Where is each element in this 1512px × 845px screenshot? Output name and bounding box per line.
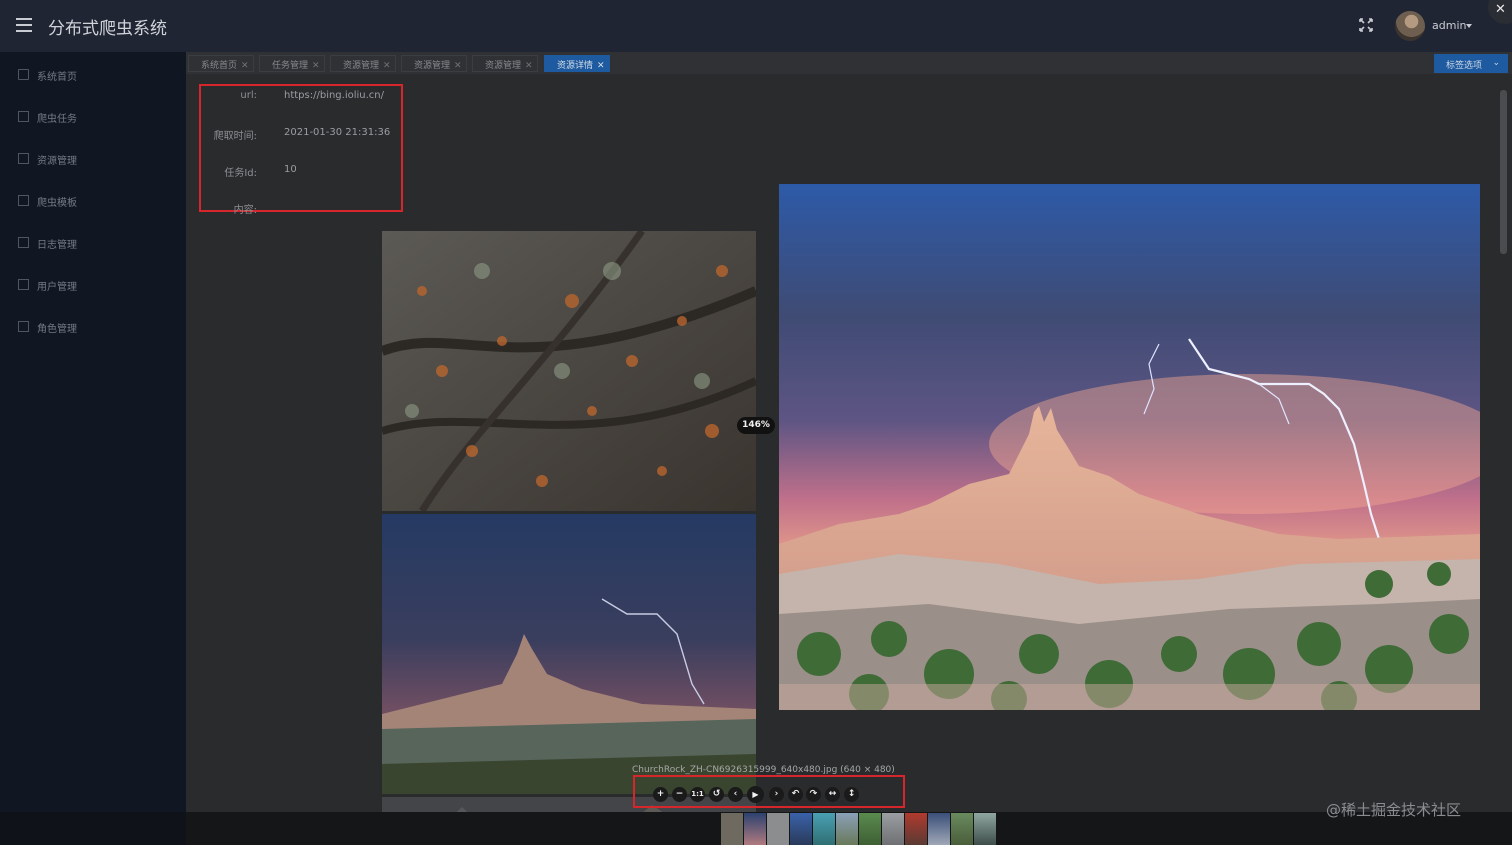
tab-home[interactable]: 系统首页 ✕ bbox=[188, 55, 254, 72]
tab-options-button[interactable]: 标签选项 ⌄ bbox=[1434, 54, 1508, 73]
sidebar-item-label: 用户管理 bbox=[37, 282, 77, 293]
sidebar-item-home[interactable]: 系统首页 bbox=[0, 53, 186, 95]
fullscreen-icon[interactable] bbox=[1358, 17, 1374, 33]
zoom-out-icon[interactable]: − bbox=[672, 787, 687, 802]
close-icon[interactable]: ✕ bbox=[525, 61, 533, 71]
reset-icon[interactable]: ↺ bbox=[709, 787, 724, 802]
tab-label: 系统首页 bbox=[201, 61, 238, 71]
sidebar-item-users[interactable]: 用户管理 bbox=[0, 263, 186, 305]
thumbnail-image-1[interactable] bbox=[382, 231, 756, 511]
strip-thumbnail[interactable] bbox=[813, 813, 835, 845]
grid-icon bbox=[18, 195, 29, 206]
sidebar-item-roles[interactable]: 角色管理 bbox=[0, 305, 186, 347]
one-to-one-icon[interactable]: 1:1 bbox=[690, 787, 705, 802]
resource-detail-box: url: https://bing.ioliu.cn/ 爬取时间: 2021-0… bbox=[199, 84, 403, 216]
rotate-right-icon[interactable]: ↷ bbox=[806, 787, 821, 802]
app-window: 分布式爬虫系统 admin ✕ 系统首页 爬虫任务 资源管理 爬虫模板 日志管理 bbox=[0, 0, 1512, 845]
strip-thumbnail[interactable] bbox=[974, 813, 996, 845]
close-icon[interactable]: ✕ bbox=[312, 61, 320, 71]
close-icon[interactable]: ✕ bbox=[597, 61, 605, 71]
app-title: 分布式爬虫系统 bbox=[48, 19, 167, 39]
crawl-time-value: 2021-01-30 21:31:36 bbox=[284, 127, 391, 138]
tag-bar: 系统首页 ✕ 任务管理 ✕ 资源管理 ✕ 资源管理 ✕ 资源管理 ✕ 资源详情 ✕ 标签选项… bbox=[186, 52, 1512, 74]
rotate-left-icon[interactable]: ↶ bbox=[788, 787, 803, 802]
content-label: 内容: bbox=[233, 205, 257, 216]
chevron-down-icon: ⌄ bbox=[1492, 58, 1500, 68]
close-icon[interactable]: ✕ bbox=[1495, 2, 1506, 17]
tab-resource-management[interactable]: 资源管理 ✕ bbox=[330, 55, 396, 72]
close-icon[interactable]: ✕ bbox=[241, 61, 249, 71]
task-id-label: 任务Id: bbox=[224, 168, 257, 179]
avatar[interactable] bbox=[1395, 11, 1425, 41]
user-name[interactable]: admin bbox=[1432, 19, 1466, 32]
chevron-down-icon[interactable] bbox=[1466, 24, 1472, 28]
tab-task-management[interactable]: 任务管理 ✕ bbox=[259, 55, 325, 72]
play-icon[interactable]: ▶ bbox=[747, 786, 764, 803]
tab-resource-detail[interactable]: 资源详情 ✕ bbox=[544, 55, 610, 72]
strip-thumbnail[interactable] bbox=[928, 813, 950, 845]
zoom-in-icon[interactable]: + bbox=[653, 787, 668, 802]
grid-icon bbox=[18, 279, 29, 290]
sidebar-item-label: 资源管理 bbox=[37, 156, 77, 167]
sidebar-item-label: 爬虫模板 bbox=[37, 198, 77, 209]
strip-thumbnail[interactable] bbox=[836, 813, 858, 845]
home-icon bbox=[18, 69, 29, 80]
zoom-level-badge: 146% bbox=[737, 417, 775, 434]
tab-resource-management[interactable]: 资源管理 ✕ bbox=[401, 55, 467, 72]
sidebar-item-crawler-tasks[interactable]: 爬虫任务 bbox=[0, 95, 186, 137]
tab-label: 任务管理 bbox=[272, 61, 309, 71]
strip-thumbnail[interactable] bbox=[790, 813, 812, 845]
grid-icon bbox=[18, 111, 29, 122]
close-icon[interactable]: ✕ bbox=[383, 61, 391, 71]
flip-horizontal-icon[interactable]: ↔ bbox=[825, 787, 840, 802]
strip-thumbnail[interactable] bbox=[767, 813, 789, 845]
grid-icon bbox=[18, 321, 29, 332]
menu-toggle-icon[interactable] bbox=[16, 18, 32, 32]
sidebar-item-label: 日志管理 bbox=[37, 240, 77, 251]
vertical-scrollbar[interactable] bbox=[1500, 90, 1507, 254]
sidebar-item-label: 爬虫任务 bbox=[37, 114, 77, 125]
next-icon[interactable]: › bbox=[769, 787, 784, 802]
sidebar-item-logs[interactable]: 日志管理 bbox=[0, 221, 186, 263]
sidebar-item-label: 角色管理 bbox=[37, 324, 77, 335]
tab-label: 资源管理 bbox=[414, 61, 451, 71]
task-id-value: 10 bbox=[284, 164, 297, 175]
tab-label: 资源管理 bbox=[485, 61, 522, 71]
url-label: url: bbox=[240, 90, 257, 101]
flip-vertical-icon[interactable]: ↕ bbox=[844, 787, 859, 802]
strip-thumbnail[interactable] bbox=[905, 813, 927, 845]
sidebar-item-templates[interactable]: 爬虫模板 bbox=[0, 179, 186, 221]
close-icon[interactable]: ✕ bbox=[454, 61, 462, 71]
tab-label: 资源管理 bbox=[343, 61, 380, 71]
url-value: https://bing.ioliu.cn/ bbox=[284, 90, 385, 101]
main-preview-image[interactable] bbox=[779, 184, 1480, 710]
thumbnail-image-2[interactable] bbox=[382, 514, 756, 794]
sidebar-footer bbox=[0, 812, 186, 845]
sidebar-item-label: 系统首页 bbox=[37, 72, 77, 83]
sidebar: 系统首页 爬虫任务 资源管理 爬虫模板 日志管理 用户管理 角色管理 bbox=[0, 52, 186, 845]
grid-icon bbox=[18, 237, 29, 248]
strip-thumbnail[interactable] bbox=[951, 813, 973, 845]
sidebar-item-resources[interactable]: 资源管理 bbox=[0, 137, 186, 179]
image-caption: ChurchRock_ZH-CN6926315999_640x480.jpg (… bbox=[632, 765, 895, 775]
watermark: @稀土掘金技术社区 bbox=[1326, 801, 1462, 819]
strip-thumbnail[interactable] bbox=[744, 813, 766, 845]
strip-thumbnail[interactable] bbox=[882, 813, 904, 845]
top-header: 分布式爬虫系统 admin ✕ bbox=[0, 0, 1512, 52]
tab-resource-management[interactable]: 资源管理 ✕ bbox=[472, 55, 538, 72]
strip-thumbnail[interactable] bbox=[859, 813, 881, 845]
tab-label: 资源详情 bbox=[557, 61, 594, 71]
strip-thumbnail[interactable] bbox=[721, 813, 743, 845]
viewer-close-button[interactable]: ✕ bbox=[1488, 0, 1512, 24]
crawl-time-label: 爬取时间: bbox=[213, 131, 257, 142]
grid-icon bbox=[18, 153, 29, 164]
tab-options-label: 标签选项 bbox=[1446, 61, 1483, 71]
prev-icon[interactable]: ‹ bbox=[728, 787, 743, 802]
